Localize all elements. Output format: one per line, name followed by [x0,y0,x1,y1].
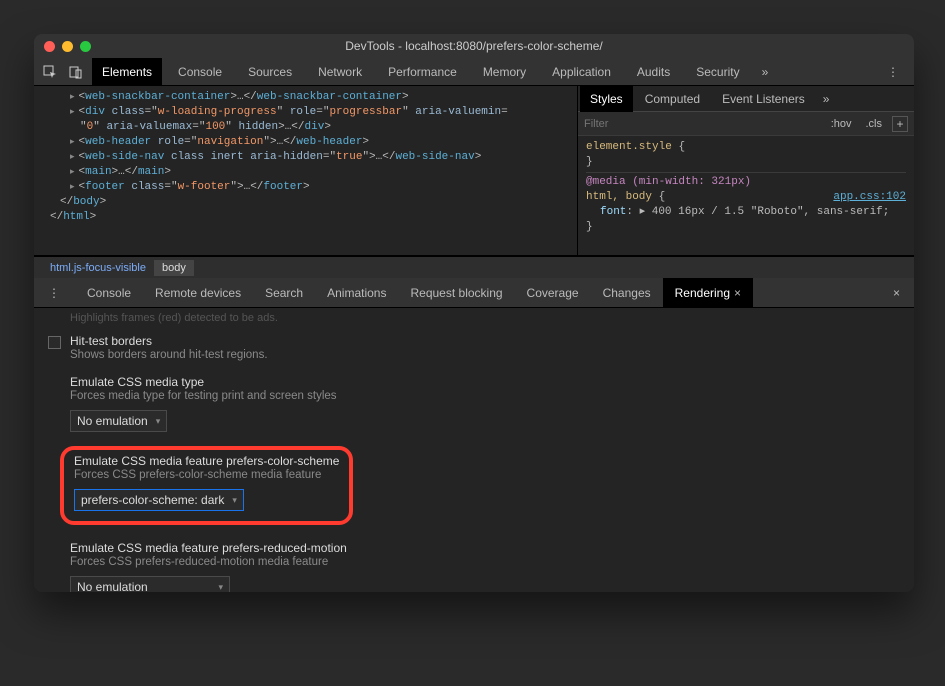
prm-title: Emulate CSS media feature prefers-reduce… [70,541,900,555]
styles-tab-listeners[interactable]: Event Listeners [712,86,815,112]
styles-filter-row: :hov .cls + [578,112,914,136]
tab-performance[interactable]: Performance [378,58,467,86]
tab-application[interactable]: Application [542,58,621,86]
drawer-tab-remote[interactable]: Remote devices [143,278,253,308]
prefers-reduced-motion-setting: Emulate CSS media feature prefers-reduce… [48,541,900,592]
highlight-annotation: Emulate CSS media feature prefers-color-… [60,446,353,525]
dom-breadcrumb: html.js-focus-visible body [34,256,914,278]
drawer-tab-coverage[interactable]: Coverage [515,278,591,308]
styles-tab-computed[interactable]: Computed [635,86,710,112]
styles-rules[interactable]: element.style { } @media (min-width: 321… [578,136,914,239]
breadcrumb-item[interactable]: html.js-focus-visible [42,260,154,276]
ad-frames-desc-truncated: Highlights frames (red) detected to be a… [48,312,900,324]
drawer-tab-reqblock[interactable]: Request blocking [398,278,514,308]
settings-menu-icon[interactable]: ⋮ [879,65,908,79]
drawer-tab-console[interactable]: Console [75,278,143,308]
drawer-tab-search[interactable]: Search [253,278,315,308]
chevron-down-icon: ▾ [218,582,223,593]
hit-test-title: Hit-test borders [70,334,900,348]
media-type-title: Emulate CSS media type [70,375,900,389]
cls-toggle[interactable]: .cls [862,118,887,130]
tab-elements[interactable]: Elements [92,58,162,86]
hit-test-checkbox[interactable] [48,336,61,349]
device-toolbar-icon[interactable] [66,63,86,81]
media-type-setting: Emulate CSS media type Forces media type… [48,375,900,432]
chevron-down-icon: ▾ [156,416,161,427]
main-tab-bar: Elements Console Sources Network Perform… [34,58,914,86]
tab-network[interactable]: Network [308,58,372,86]
drawer-tab-bar: ⋮ Console Remote devices Search Animatio… [34,278,914,308]
media-type-value: No emulation [77,414,148,428]
drawer-close-icon[interactable]: × [883,286,910,300]
tab-audits[interactable]: Audits [627,58,680,86]
dom-tree[interactable]: <web-snackbar-container>…</web-snackbar-… [34,86,577,255]
traffic-lights [34,41,91,52]
drawer-menu-icon[interactable]: ⋮ [40,286,69,300]
hit-test-setting: Hit-test borders Shows borders around hi… [48,334,900,361]
new-style-rule-button[interactable]: + [892,116,908,132]
media-type-desc: Forces media type for testing print and … [70,390,900,402]
tab-memory[interactable]: Memory [473,58,536,86]
prm-value: No emulation [77,580,148,592]
zoom-window-icon[interactable] [80,41,91,52]
media-query: @media (min-width: 321px) [586,176,751,188]
styles-filter-input[interactable] [584,118,821,130]
minimize-window-icon[interactable] [62,41,73,52]
styles-tab-styles[interactable]: Styles [580,86,633,112]
styles-tab-bar: Styles Computed Event Listeners » [578,86,914,112]
drawer-tab-rendering[interactable]: Rendering× [663,278,753,308]
media-type-select[interactable]: No emulation ▾ [70,410,167,432]
window-title: DevTools - localhost:8080/prefers-color-… [34,39,914,53]
styles-tabs-overflow-icon[interactable]: » [817,92,836,106]
element-style-selector: element.style [586,141,672,153]
pcs-title: Emulate CSS media feature prefers-color-… [74,454,339,468]
elements-pane: <web-snackbar-container>…</web-snackbar-… [34,86,914,256]
prefers-color-scheme-setting: Emulate CSS media feature prefers-color-… [48,446,900,525]
css-property: font [600,206,626,218]
chevron-down-icon: ▾ [232,495,237,506]
css-value: ▸ 400 16px / 1.5 "Roboto", sans-serif; [640,206,890,218]
tab-console[interactable]: Console [168,58,232,86]
styles-panel: Styles Computed Event Listeners » :hov .… [577,86,914,255]
close-window-icon[interactable] [44,41,55,52]
pcs-desc: Forces CSS prefers-color-scheme media fe… [74,469,339,481]
tab-sources[interactable]: Sources [238,58,302,86]
titlebar: DevTools - localhost:8080/prefers-color-… [34,34,914,58]
devtools-window: DevTools - localhost:8080/prefers-color-… [34,34,914,592]
pcs-value: prefers-color-scheme: dark [81,493,224,507]
drawer-tab-changes[interactable]: Changes [591,278,663,308]
pcs-select[interactable]: prefers-color-scheme: dark ▾ [74,489,244,511]
tabs-overflow-icon[interactable]: » [756,65,775,79]
rendering-panel[interactable]: Highlights frames (red) detected to be a… [34,308,914,592]
breadcrumb-item-selected[interactable]: body [154,260,194,276]
inspect-element-icon[interactable] [40,63,60,81]
hit-test-desc: Shows borders around hit-test regions. [70,349,900,361]
close-tab-icon[interactable]: × [734,286,741,300]
prm-desc: Forces CSS prefers-reduced-motion media … [70,556,900,568]
drawer-tab-animations[interactable]: Animations [315,278,398,308]
prm-select[interactable]: No emulation ▾ [70,576,230,592]
css-selector: html, body [586,191,652,203]
css-source-link[interactable]: app.css:102 [833,190,906,205]
hov-toggle[interactable]: :hov [827,118,856,130]
tab-security[interactable]: Security [686,58,749,86]
